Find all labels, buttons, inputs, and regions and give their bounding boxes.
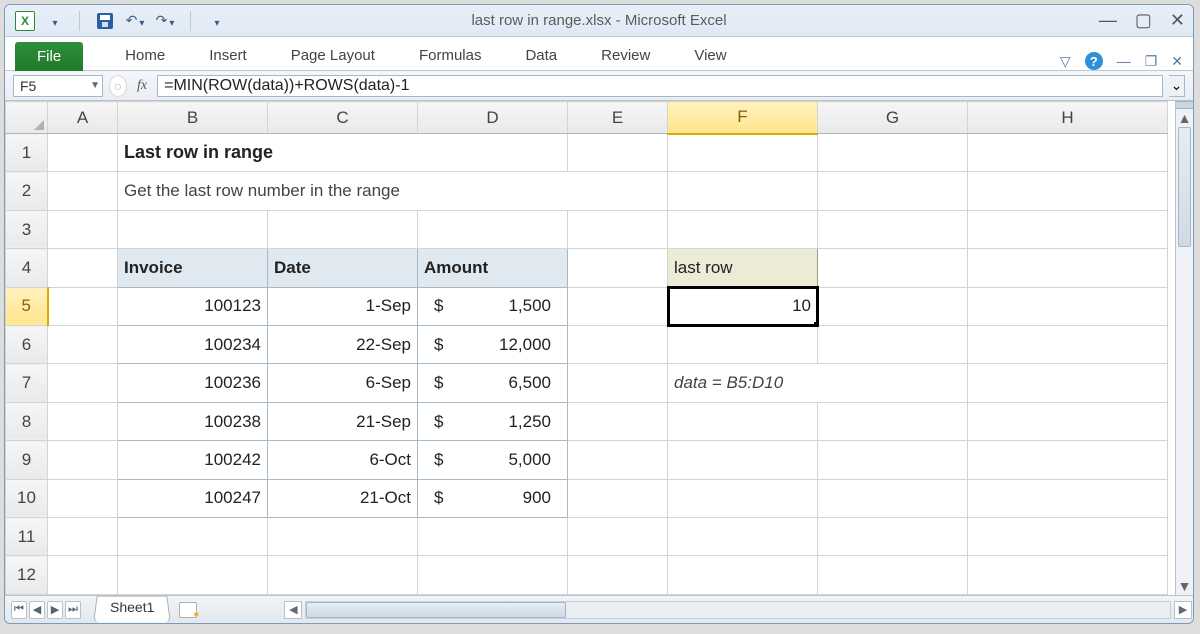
row-header[interactable]: 3	[6, 210, 48, 248]
table-cell[interactable]: $5,000	[418, 441, 568, 479]
row-header[interactable]: 4	[6, 249, 48, 287]
minimize-icon[interactable]: —	[1099, 10, 1117, 31]
row-header[interactable]: 2	[6, 172, 48, 210]
help-icon[interactable]: ?	[1085, 52, 1103, 70]
row-header[interactable]: 6	[6, 326, 48, 364]
subtitle-text[interactable]: Get the last row number in the range	[118, 172, 668, 210]
table-cell[interactable]: $900	[418, 479, 568, 517]
file-tab[interactable]: File	[15, 42, 83, 71]
result-header[interactable]: last row	[668, 249, 818, 287]
table-cell[interactable]: 21-Sep	[268, 402, 418, 440]
table-cell[interactable]: 100247	[118, 479, 268, 517]
header-invoice[interactable]: Invoice	[118, 249, 268, 287]
workbook-close-icon[interactable]: ✕	[1171, 53, 1183, 70]
fx-label[interactable]: fx	[133, 78, 151, 94]
last-sheet-icon[interactable]: ⏭	[65, 601, 81, 619]
table-cell[interactable]: 6-Sep	[268, 364, 418, 402]
tab-insert[interactable]: Insert	[207, 41, 249, 70]
new-sheet-button[interactable]	[179, 596, 197, 623]
header-date[interactable]: Date	[268, 249, 418, 287]
worksheet[interactable]: A B C D E F G H 1 Last row in range 2	[5, 101, 1168, 595]
tab-page-layout[interactable]: Page Layout	[289, 41, 377, 70]
table-cell[interactable]: 6-Oct	[268, 441, 418, 479]
split-handle[interactable]	[1176, 101, 1193, 109]
row-header[interactable]: 9	[6, 441, 48, 479]
col-header[interactable]: C	[268, 102, 418, 134]
name-box-value: F5	[20, 78, 36, 94]
title-bar: ↶ ↷ last row in range.xlsx - Microsoft E…	[5, 5, 1193, 37]
window-title: last row in range.xlsx - Microsoft Excel	[5, 12, 1193, 29]
row-header[interactable]: 8	[6, 402, 48, 440]
ribbon-minimize-icon[interactable]: ▽	[1060, 53, 1071, 70]
header-amount[interactable]: Amount	[418, 249, 568, 287]
grid: A B C D E F G H 1 Last row in range 2	[5, 101, 1193, 595]
first-sheet-icon[interactable]: ⏮	[11, 601, 27, 619]
table-cell[interactable]: $6,500	[418, 364, 568, 402]
col-header[interactable]: D	[418, 102, 568, 134]
col-header[interactable]: H	[968, 102, 1168, 134]
table-cell[interactable]: $12,000	[418, 326, 568, 364]
horizontal-scrollbar[interactable]: ◀ ▶	[277, 596, 1193, 623]
prev-sheet-icon[interactable]: ◀	[29, 601, 45, 619]
tab-view[interactable]: View	[692, 41, 728, 70]
table-cell[interactable]: 100242	[118, 441, 268, 479]
hscroll-thumb[interactable]	[306, 602, 566, 618]
table-cell[interactable]: 100234	[118, 326, 268, 364]
table-cell[interactable]: $1,250	[418, 402, 568, 440]
col-header[interactable]: F	[668, 102, 818, 134]
col-header[interactable]: G	[818, 102, 968, 134]
next-sheet-icon[interactable]: ▶	[47, 601, 63, 619]
table-cell[interactable]: 22-Sep	[268, 326, 418, 364]
table-cell[interactable]: 100238	[118, 402, 268, 440]
formula-input[interactable]: =MIN(ROW(data))+ROWS(data)-1	[157, 75, 1163, 97]
name-box[interactable]: F5 ▼	[13, 75, 103, 97]
row-header[interactable]: 1	[6, 134, 48, 172]
row-header[interactable]: 10	[6, 479, 48, 517]
maximize-icon[interactable]: ▢	[1135, 10, 1152, 31]
scroll-thumb[interactable]	[1178, 127, 1191, 247]
close-icon[interactable]: ✕	[1170, 10, 1185, 31]
scroll-down-icon[interactable]: ▼	[1176, 577, 1193, 595]
table-cell[interactable]: 21-Oct	[268, 479, 418, 517]
select-all-corner[interactable]	[6, 102, 48, 134]
formula-bar: F5 ▼ ○ fx =MIN(ROW(data))+ROWS(data)-1 ⌄	[5, 71, 1193, 101]
chevron-down-icon[interactable]: ▼	[90, 80, 100, 91]
table-cell[interactable]: 1-Sep	[268, 287, 418, 325]
tab-home[interactable]: Home	[123, 41, 167, 70]
col-header[interactable]: A	[48, 102, 118, 134]
table-cell[interactable]: 100236	[118, 364, 268, 402]
workbook-restore-icon[interactable]: ❐	[1145, 53, 1158, 70]
col-header[interactable]: E	[568, 102, 668, 134]
workbook-min-icon[interactable]: —	[1117, 53, 1131, 69]
vertical-scrollbar[interactable]: ▲ ▼	[1175, 101, 1193, 595]
cancel-formula-icon[interactable]: ○	[109, 75, 127, 97]
row-header[interactable]: 5	[6, 287, 48, 325]
col-header[interactable]: B	[118, 102, 268, 134]
table-cell[interactable]: $1,500	[418, 287, 568, 325]
tab-data[interactable]: Data	[523, 41, 559, 70]
sheet-tab-bar: ⏮ ◀ ▶ ⏭ Sheet1 ◀ ▶	[5, 595, 1193, 623]
row-header[interactable]: 12	[6, 556, 48, 595]
tab-review[interactable]: Review	[599, 41, 652, 70]
formula-text: =MIN(ROW(data))+ROWS(data)-1	[164, 77, 409, 95]
table-cell[interactable]: 100123	[118, 287, 268, 325]
sheet-tab[interactable]: Sheet1	[93, 596, 171, 623]
expand-formula-bar-icon[interactable]: ⌄	[1169, 75, 1185, 97]
scroll-left-icon[interactable]: ◀	[284, 601, 302, 619]
ribbon-tabs: File Home Insert Page Layout Formulas Da…	[5, 37, 1193, 71]
scroll-up-icon[interactable]: ▲	[1176, 109, 1193, 127]
excel-window: ↶ ↷ last row in range.xlsx - Microsoft E…	[4, 4, 1194, 624]
row-header[interactable]: 7	[6, 364, 48, 402]
title-text[interactable]: Last row in range	[118, 134, 568, 172]
tab-formulas[interactable]: Formulas	[417, 41, 484, 70]
active-cell[interactable]: 10	[668, 287, 818, 325]
row-header[interactable]: 11	[6, 518, 48, 556]
scroll-right-icon[interactable]: ▶	[1174, 601, 1192, 619]
named-range-note[interactable]: data = B5:D10	[668, 364, 968, 402]
